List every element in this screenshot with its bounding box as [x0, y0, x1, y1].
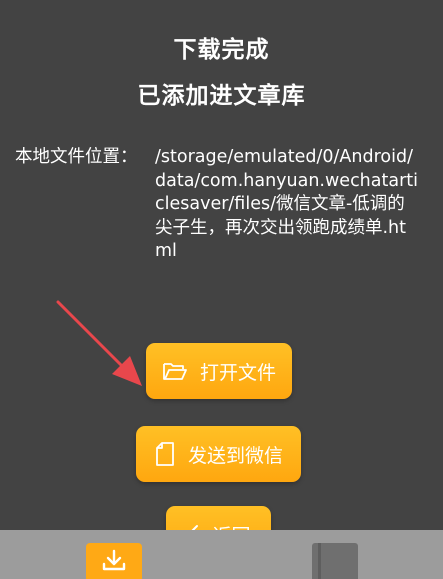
- send-to-wechat-label: 发送到微信: [187, 444, 283, 467]
- dialog-subtitle: 已添加进文章库: [137, 83, 306, 109]
- file-location-label: 本地文件位置：: [15, 147, 138, 167]
- book-icon: [318, 543, 321, 579]
- file-location-path: /storage/emulated/0/Android/data/com.han…: [155, 147, 419, 262]
- open-file-label: 打开文件: [199, 361, 276, 384]
- bottom-nav-library[interactable]: [312, 543, 358, 579]
- download-icon: [101, 549, 127, 579]
- download-complete-screen: 下载完成 已添加进文章库 本地文件位置： /storage/emulated/0…: [0, 0, 443, 579]
- bottom-nav: [0, 530, 443, 579]
- bottom-nav-download[interactable]: [86, 543, 142, 579]
- send-to-wechat-button[interactable]: 发送到微信: [136, 426, 301, 482]
- dialog-title: 下载完成: [173, 37, 270, 63]
- folder-open-icon: [162, 360, 188, 382]
- document-icon: [154, 441, 176, 467]
- open-file-button[interactable]: 打开文件: [146, 343, 292, 399]
